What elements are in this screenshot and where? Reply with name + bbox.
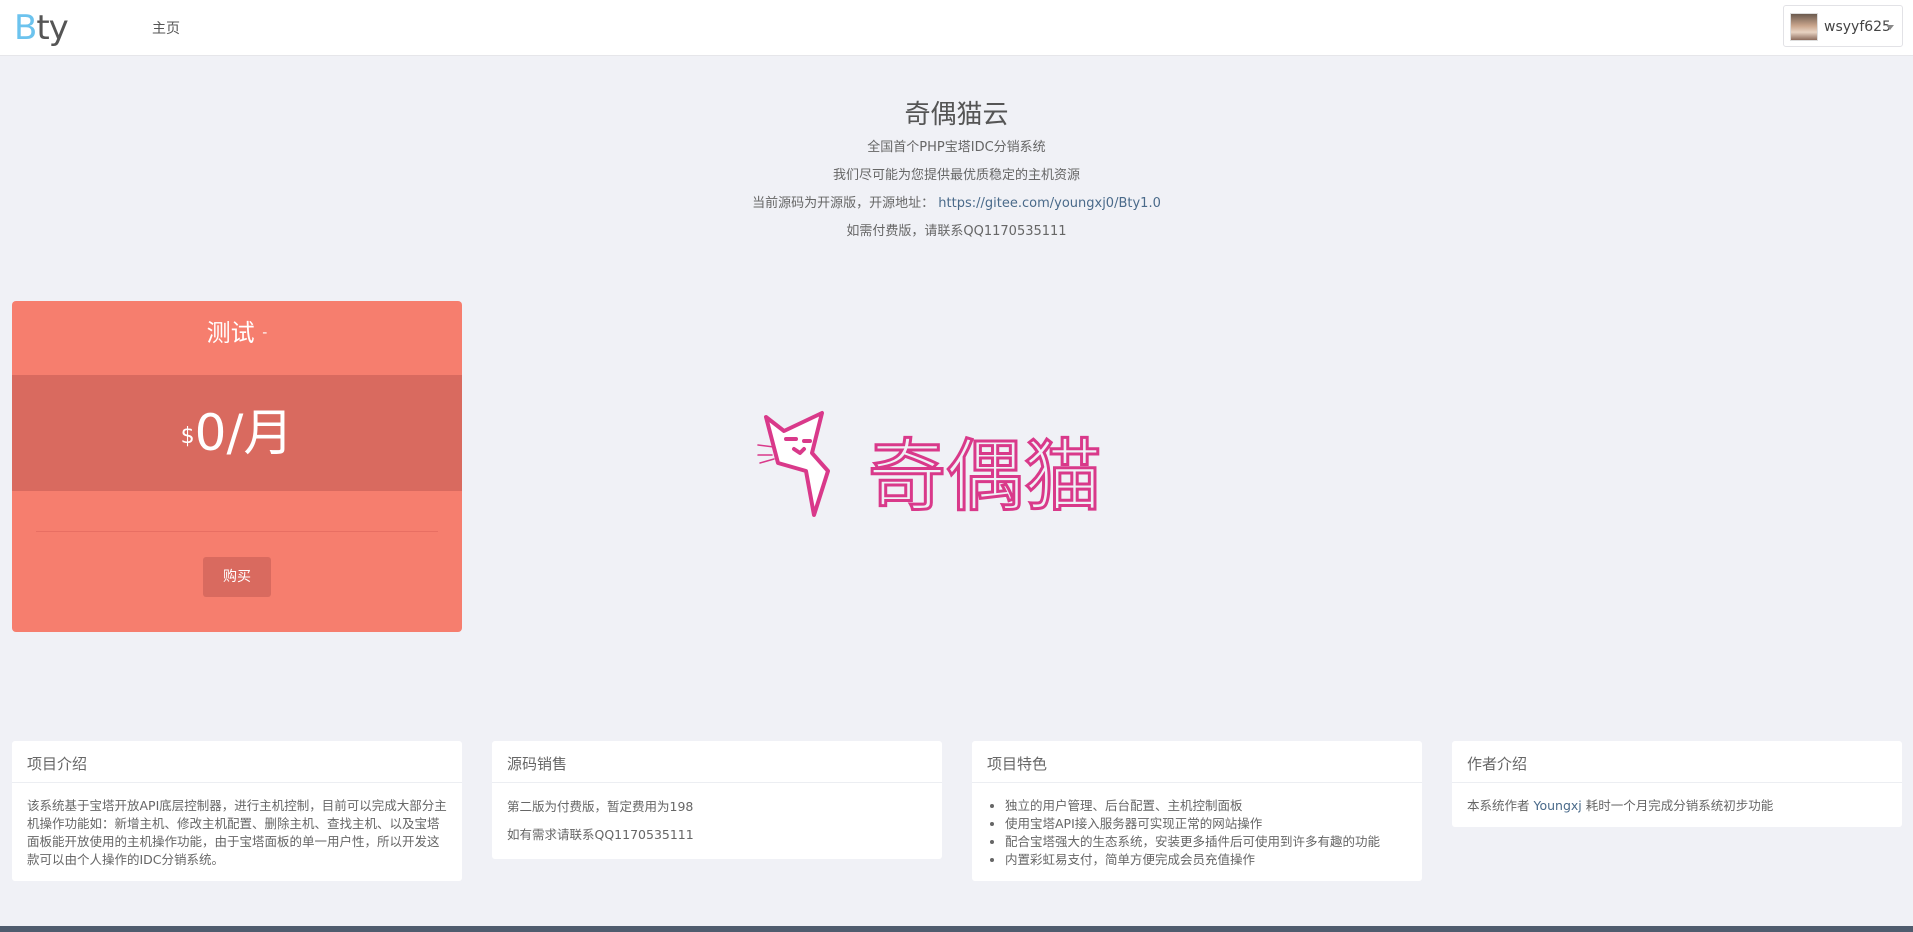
hero-contact: 如需付费版，请联系QQ1170535111 bbox=[846, 224, 1067, 239]
logo-letters: ty bbox=[36, 8, 68, 48]
caret-down-icon bbox=[1886, 25, 1894, 30]
panel-source-sales: 源码销售 第二版为付费版，暂定费用为198 如有需求请联系QQ117053511… bbox=[492, 741, 942, 859]
hero-subtitle: 全国首个PHP宝塔IDC分销系统 bbox=[867, 140, 1046, 155]
hero-section: 奇偶猫云 全国首个PHP宝塔IDC分销系统 我们尽可能为您提供最优质稳定的主机资… bbox=[0, 96, 1913, 246]
plan-price: $0/月 bbox=[12, 405, 462, 461]
source-prefix: 当前源码为开源版，开源地址： bbox=[752, 196, 935, 211]
avatar bbox=[1790, 13, 1818, 41]
price-card: 测试 - $0/月 购买 bbox=[12, 301, 462, 632]
list-item: 内置彩虹易支付，简单方便完成会员充值操作 bbox=[1005, 851, 1407, 869]
price-band: $0/月 bbox=[12, 375, 462, 491]
plan-title: 测试 - bbox=[12, 315, 462, 355]
currency-symbol: $ bbox=[180, 424, 195, 449]
panel-title: 项目介绍 bbox=[12, 741, 462, 783]
panel-body: 第二版为付费版，暂定费用为198 如有需求请联系QQ1170535111 bbox=[492, 783, 942, 859]
logo-letter-b: B bbox=[14, 8, 37, 48]
source-link[interactable]: https://gitee.com/youngxj0/Bty1.0 bbox=[938, 196, 1161, 211]
panel-title: 作者介绍 bbox=[1452, 741, 1902, 783]
hero-source-line: 当前源码为开源版，开源地址： https://gitee.com/youngxj… bbox=[0, 190, 1913, 218]
panel-features: 项目特色 独立的用户管理、后台配置、主机控制面板 使用宝塔API接入服务器可实现… bbox=[972, 741, 1422, 881]
panel-title: 源码销售 bbox=[492, 741, 942, 783]
author-prefix: 本系统作者 bbox=[1467, 798, 1530, 813]
nav-home-link[interactable]: 主页 bbox=[152, 18, 180, 38]
price-value: 0/月 bbox=[194, 404, 294, 462]
panel-project-intro: 项目介绍 该系统基于宝塔开放API底层控制器，进行主机控制，目前可以完成大部分主… bbox=[12, 741, 462, 881]
author-name: Youngxj bbox=[1533, 798, 1582, 813]
hero-title: 奇偶猫云 bbox=[904, 100, 1009, 130]
sales-line: 第二版为付费版，暂定费用为198 bbox=[507, 799, 694, 814]
feature-list: 独立的用户管理、后台配置、主机控制面板 使用宝塔API接入服务器可实现正常的网站… bbox=[987, 797, 1407, 869]
brand-cat-logo: 奇偶猫 bbox=[757, 411, 1104, 524]
panel-body: 独立的用户管理、后台配置、主机控制面板 使用宝塔API接入服务器可实现正常的网站… bbox=[972, 783, 1422, 881]
brand-logo-text: 奇偶猫 bbox=[868, 432, 1102, 522]
divider bbox=[36, 531, 438, 532]
brand-logo[interactable]: Bty bbox=[14, 8, 69, 48]
author-suffix: 耗时一个月完成分销系统初步功能 bbox=[1585, 798, 1774, 813]
list-item: 使用宝塔API接入服务器可实现正常的网站操作 bbox=[1005, 815, 1407, 833]
top-navbar: Bty 主页 wsyyf625 bbox=[0, 0, 1913, 56]
plan-name: 测试 bbox=[206, 319, 255, 347]
list-item: 配合宝塔强大的生态系统，安装更多插件后可使用到许多有趣的功能 bbox=[1005, 833, 1407, 851]
panel-title: 项目特色 bbox=[972, 741, 1422, 783]
panel-body: 该系统基于宝塔开放API底层控制器，进行主机控制，目前可以完成大部分主机操作功能… bbox=[12, 783, 462, 881]
sales-contact: 如有需求请联系QQ1170535111 bbox=[507, 827, 694, 842]
buy-button[interactable]: 购买 bbox=[203, 557, 271, 597]
list-item: 独立的用户管理、后台配置、主机控制面板 bbox=[1005, 797, 1407, 815]
intro-text: 该系统基于宝塔开放API底层控制器，进行主机控制，目前可以完成大部分主机操作功能… bbox=[27, 798, 447, 867]
panel-author: 作者介绍 本系统作者 Youngxj 耗时一个月完成分销系统初步功能 bbox=[1452, 741, 1902, 827]
user-menu-button[interactable]: wsyyf625 bbox=[1783, 5, 1903, 47]
username: wsyyf625 bbox=[1824, 19, 1891, 35]
hero-tagline: 我们尽可能为您提供最优质稳定的主机资源 bbox=[832, 168, 1080, 183]
panel-body: 本系统作者 Youngxj 耗时一个月完成分销系统初步功能 bbox=[1452, 783, 1902, 827]
footer-bar bbox=[0, 926, 1913, 932]
plan-suffix: - bbox=[262, 325, 268, 341]
